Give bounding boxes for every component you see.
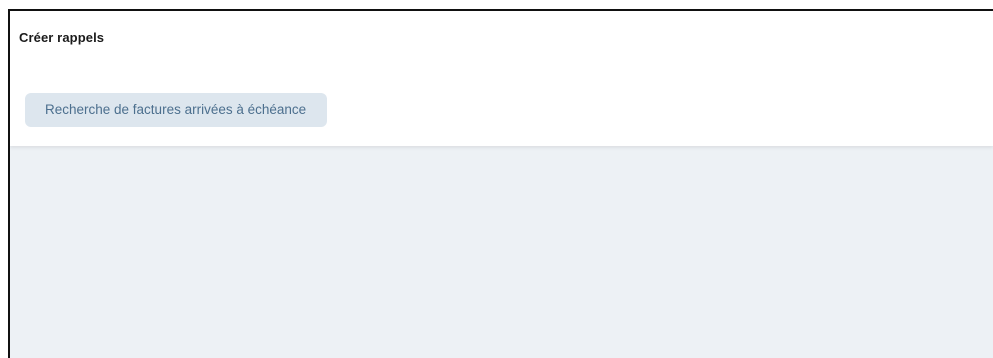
window-frame: Créer rappels Recherche de factures arri… bbox=[8, 9, 993, 358]
search-due-invoices-button[interactable]: Recherche de factures arrivées à échéanc… bbox=[25, 93, 328, 127]
page-title: Créer rappels bbox=[19, 30, 105, 45]
header-panel: Créer rappels Recherche de factures arri… bbox=[10, 11, 993, 146]
results-area bbox=[10, 146, 993, 358]
